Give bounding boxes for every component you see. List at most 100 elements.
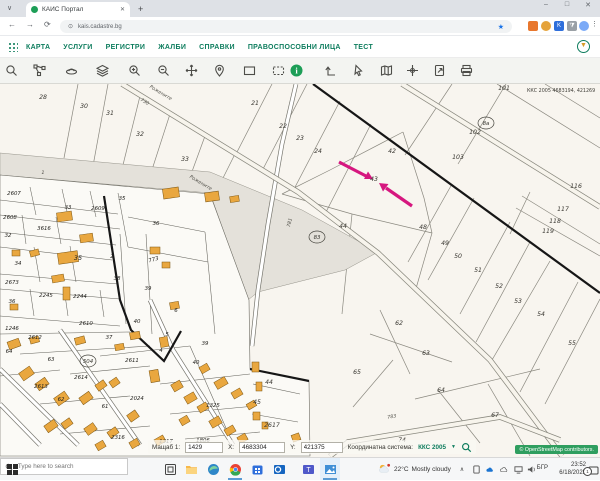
scale-label: Мащаб 1:: [152, 444, 180, 451]
svg-text:T: T: [306, 467, 311, 474]
extension-coin-icon[interactable]: [541, 21, 551, 31]
browser-tab-strip: ∨ КАИС Портал ✕ + – □ ✕: [0, 0, 600, 17]
x-coordinate-input[interactable]: [239, 442, 285, 453]
extensions-puzzle-icon[interactable]: ⧩: [567, 21, 577, 31]
onedrive-icon[interactable]: [484, 458, 496, 480]
zoom-in-tool-icon[interactable]: [128, 64, 142, 78]
route-tool-icon[interactable]: [33, 64, 47, 78]
crs-caret-icon[interactable]: ▼: [451, 444, 456, 450]
svg-text:2611: 2611: [125, 358, 139, 364]
chrome-button[interactable]: [225, 458, 245, 480]
taskbar-clock[interactable]: 23:52 6/18/2025: [559, 461, 586, 477]
page-export-tool-icon[interactable]: [433, 64, 447, 78]
svg-text:42: 42: [388, 148, 396, 155]
map-container: 2830313233212223244243444849505152535455…: [0, 84, 600, 457]
url-input[interactable]: ⊙ kais.cadastre.bg ★: [60, 20, 512, 33]
location-pin-tool-icon[interactable]: [213, 64, 227, 78]
forward-icon[interactable]: →: [26, 20, 34, 29]
tab-close-icon[interactable]: ✕: [120, 6, 125, 13]
info-tool-icon[interactable]: i: [290, 64, 304, 78]
svg-text:21: 21: [251, 100, 259, 107]
user-menu-button[interactable]: ▼: [577, 40, 590, 53]
svg-text:39: 39: [202, 341, 209, 347]
cadastral-map[interactable]: 2830313233212223244243444849505152535455…: [0, 84, 600, 457]
map-search-icon[interactable]: [461, 442, 472, 453]
new-tab-button[interactable]: +: [138, 4, 143, 14]
tab-search-chevron-icon[interactable]: ∨: [7, 4, 12, 12]
svg-text:40: 40: [134, 319, 141, 325]
browser-tab[interactable]: КАИС Портал ✕: [26, 2, 130, 17]
nav-item-3[interactable]: ЖАЛБИ: [158, 44, 186, 51]
svg-text:43: 43: [370, 176, 378, 183]
extent-tool-icon[interactable]: [243, 64, 257, 78]
back-icon[interactable]: ←: [8, 20, 16, 29]
edge-button[interactable]: [203, 458, 223, 480]
app-navigation: КАРТА УСЛУГИ РЕГИСТРИ ЖАЛБИ СПРАВКИ ПРАВОСПОС…: [0, 36, 600, 58]
extent-dashed-tool-icon[interactable]: [272, 64, 286, 78]
print-tool-icon[interactable]: [460, 64, 474, 78]
tray-device-icon[interactable]: [470, 458, 482, 480]
reload-icon[interactable]: ⟳: [44, 20, 51, 29]
nav-item-5[interactable]: ПРАВОСПОСОБНИ ЛИЦА: [248, 44, 341, 51]
store-button[interactable]: [247, 458, 267, 480]
site-info-icon[interactable]: ⊙: [68, 23, 73, 30]
extension-fox-icon[interactable]: [528, 21, 538, 31]
y-coordinate-input[interactable]: [301, 442, 343, 453]
profile-avatar[interactable]: [579, 21, 589, 31]
network-icon[interactable]: [512, 458, 524, 480]
weather-temp: 22°C: [394, 466, 409, 473]
apps-grid-icon[interactable]: [8, 42, 18, 52]
extension-k-icon[interactable]: K: [554, 21, 564, 31]
svg-text:4: 4: [159, 348, 163, 354]
svg-text:2610: 2610: [79, 321, 93, 327]
notification-center-button[interactable]: 1: [588, 463, 599, 474]
svg-text:54: 54: [537, 311, 545, 318]
nav-item-4[interactable]: СПРАВКИ: [199, 44, 235, 51]
teams-button[interactable]: T: [298, 458, 318, 480]
tray-expand-button[interactable]: ∧: [456, 458, 468, 480]
weather-text: Mostly cloudy: [412, 466, 451, 473]
svg-text:55: 55: [568, 340, 576, 347]
corner-arrow-tool-icon[interactable]: [324, 64, 338, 78]
bookmark-star-icon[interactable]: ★: [498, 23, 504, 31]
svg-text:2316: 2316: [111, 435, 125, 441]
scale-input[interactable]: [185, 442, 223, 453]
window-maximize-button[interactable]: □: [561, 1, 573, 9]
svg-text:32: 32: [136, 131, 144, 138]
crs-select[interactable]: ККС 2005: [418, 444, 446, 451]
nav-item-6[interactable]: ТЕСТ: [354, 44, 373, 51]
svg-text:2613: 2613: [34, 384, 48, 390]
map-attribution[interactable]: © OpenStreetMap contributors.: [515, 445, 598, 454]
nav-item-0[interactable]: КАРТА: [26, 44, 50, 51]
taskbar-search-input[interactable]: [16, 462, 123, 471]
outlook-button[interactable]: [269, 458, 289, 480]
pan-tool-icon[interactable]: [185, 64, 199, 78]
start-button[interactable]: [4, 458, 20, 480]
cloud-icon[interactable]: [498, 458, 510, 480]
nav-item-2[interactable]: РЕГИСТРИ: [106, 44, 146, 51]
svg-text:101: 101: [498, 85, 510, 92]
layers-tool-icon[interactable]: [96, 64, 110, 78]
zoom-out-tool-icon[interactable]: [157, 64, 171, 78]
svg-text:31: 31: [106, 110, 114, 117]
window-minimize-button[interactable]: –: [540, 1, 552, 9]
map-toolbar: i: [0, 58, 600, 84]
task-view-button[interactable]: [160, 458, 180, 480]
svg-text:33: 33: [181, 156, 189, 163]
svg-text:504: 504: [83, 359, 94, 365]
volume-icon[interactable]: [525, 458, 537, 480]
window-close-button[interactable]: ✕: [582, 1, 594, 9]
map-tool-icon[interactable]: [380, 64, 394, 78]
file-explorer-button[interactable]: [181, 458, 201, 480]
svg-text:40: 40: [193, 360, 200, 366]
nav-item-1[interactable]: УСЛУГИ: [63, 44, 92, 51]
search-tool-icon[interactable]: [5, 64, 19, 78]
select-pointer-tool-icon[interactable]: [352, 64, 366, 78]
weather-widget[interactable]: 22°C Mostly cloudy: [378, 460, 451, 478]
browser-menu-icon[interactable]: ⋮: [591, 20, 598, 28]
language-indicator[interactable]: БГР: [537, 465, 548, 471]
x-label: X:: [228, 444, 234, 451]
photos-button[interactable]: [320, 458, 340, 480]
crosshair-tool-icon[interactable]: [406, 64, 420, 78]
layer-visibility-tool-icon[interactable]: [65, 64, 79, 78]
